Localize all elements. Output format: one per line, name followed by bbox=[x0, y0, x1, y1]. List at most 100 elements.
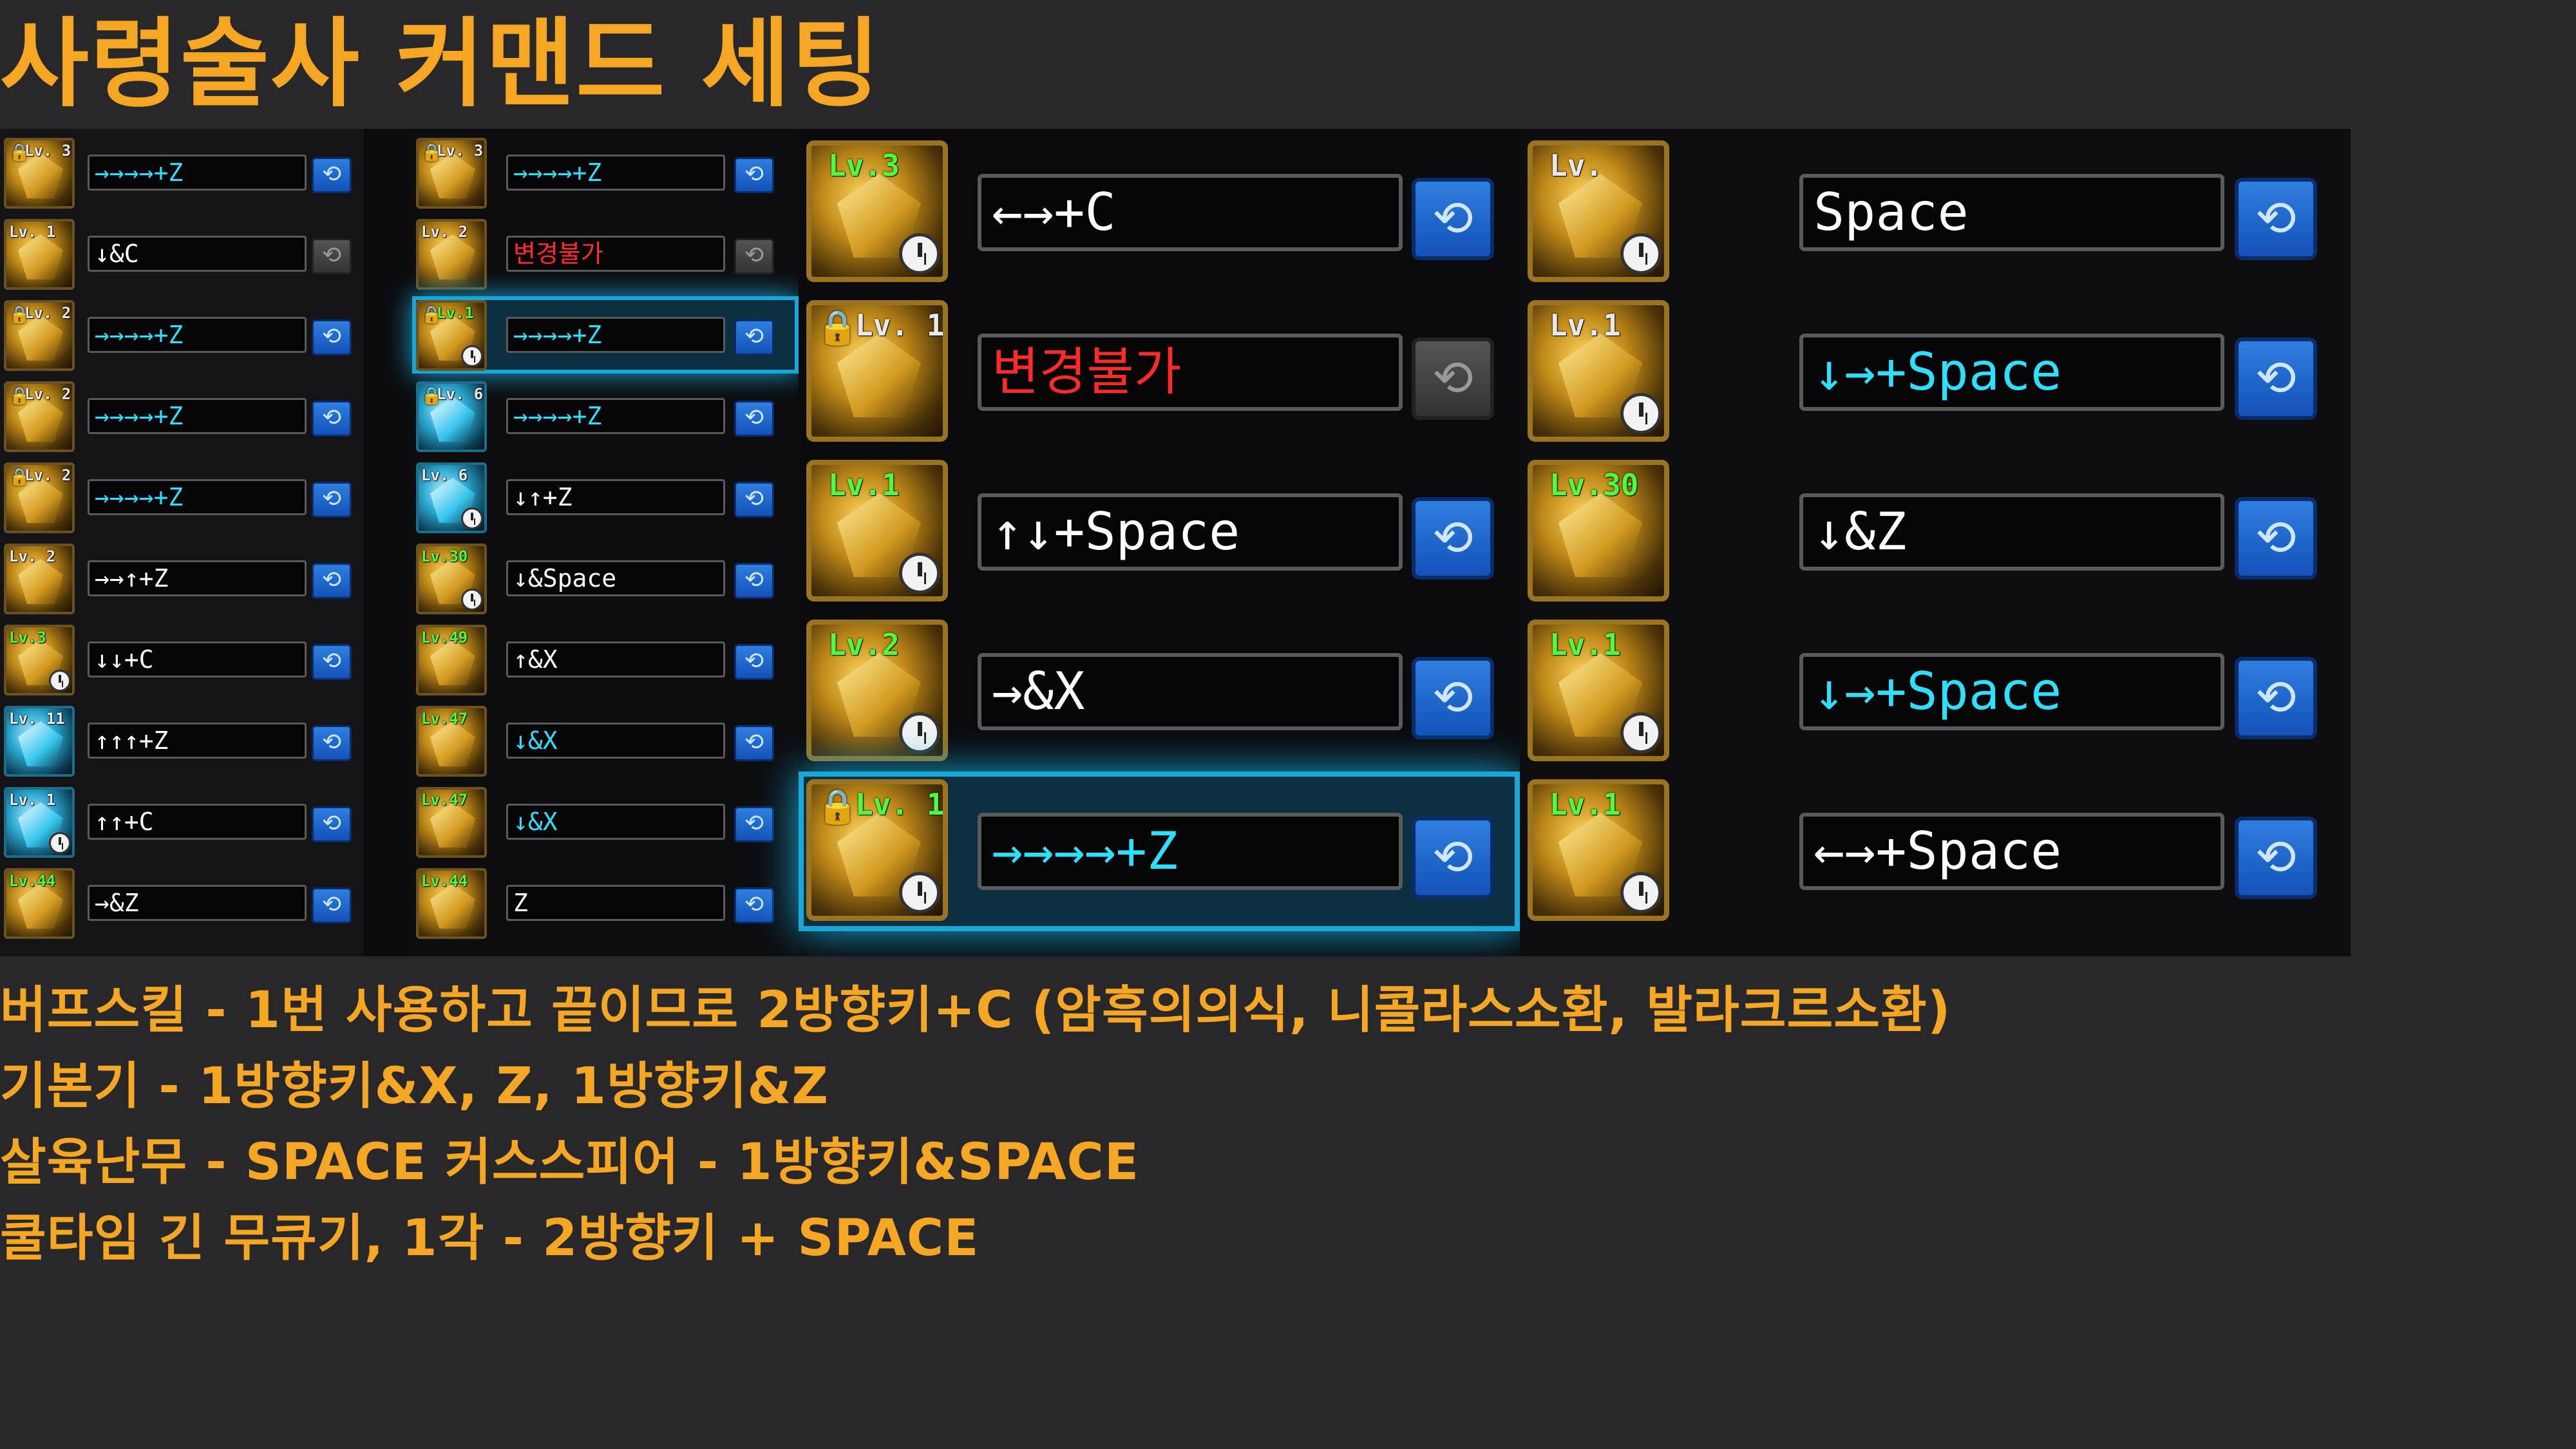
refresh-button[interactable]: ⟲ bbox=[312, 401, 352, 437]
skill-icon[interactable]: Lv. 2 🔒 bbox=[4, 300, 75, 371]
refresh-button[interactable]: ⟲ bbox=[1412, 337, 1494, 420]
refresh-button[interactable]: ⟲ bbox=[312, 563, 352, 599]
skill-icon[interactable]: Lv.44 bbox=[416, 868, 487, 939]
refresh-button[interactable]: ⟲ bbox=[734, 644, 774, 680]
skill-icon[interactable]: Lv. 1 🔒 bbox=[806, 300, 948, 442]
refresh-button[interactable]: ⟲ bbox=[312, 806, 352, 842]
command-field[interactable]: ↑↑+C bbox=[88, 804, 307, 840]
skill-icon[interactable]: Lv. bbox=[1528, 140, 1669, 282]
refresh-button[interactable]: ⟲ bbox=[312, 644, 352, 680]
skill-icon[interactable]: Lv.3 bbox=[4, 625, 75, 696]
cooldown-clock-icon bbox=[899, 712, 940, 753]
skill-icon[interactable]: Lv. 11 bbox=[4, 706, 75, 777]
refresh-icon: ⟲ bbox=[2255, 828, 2297, 886]
skill-icon[interactable]: Lv.1 bbox=[806, 460, 948, 601]
command-field[interactable]: →&Z bbox=[88, 885, 307, 921]
command-field[interactable]: →→→→+Z bbox=[88, 479, 307, 515]
skill-level-label: Lv.1 bbox=[437, 304, 474, 322]
skill-icon[interactable]: Lv.44 bbox=[4, 868, 75, 939]
command-field[interactable]: ↓&X bbox=[506, 723, 725, 759]
skill-icon[interactable]: Lv.30 bbox=[416, 544, 487, 614]
command-field[interactable]: ↓&Space bbox=[506, 560, 725, 596]
refresh-button[interactable]: ⟲ bbox=[734, 238, 774, 274]
refresh-button[interactable]: ⟲ bbox=[312, 157, 352, 193]
command-field[interactable]: Space bbox=[1799, 174, 2224, 251]
command-field[interactable]: ↓&C bbox=[88, 236, 307, 272]
refresh-button[interactable]: ⟲ bbox=[734, 319, 774, 355]
command-field[interactable]: →→→→+Z bbox=[506, 398, 725, 434]
command-field[interactable]: ↓→+Space bbox=[1799, 653, 2224, 730]
command-field[interactable]: ↓&X bbox=[506, 804, 725, 840]
skill-icon[interactable]: Lv.1 🔒 bbox=[416, 300, 487, 371]
skill-icon[interactable]: Lv.3 bbox=[806, 140, 948, 282]
refresh-button[interactable]: ⟲ bbox=[734, 401, 774, 437]
command-field[interactable]: ↑↑↑+Z bbox=[88, 723, 307, 759]
skill-icon[interactable]: Lv.49 bbox=[416, 625, 487, 696]
refresh-button[interactable]: ⟲ bbox=[312, 725, 352, 761]
skill-icon[interactable]: Lv. 2 🔒 bbox=[4, 462, 75, 533]
skill-icon[interactable]: Lv. 6 🔒 bbox=[416, 381, 487, 452]
command-field[interactable]: ←→+C bbox=[978, 174, 1403, 251]
refresh-button[interactable]: ⟲ bbox=[734, 725, 774, 761]
command-settings-panel: Lv. 3 🔒 →→→→+Z ⟲ Lv. 1 ↓&C ⟲ Lv. 2 🔒 →→→→+Z ⟲ Lv. 2… bbox=[0, 129, 2351, 956]
command-field[interactable]: ↑&X bbox=[506, 641, 725, 677]
skill-icon[interactable]: Lv. 1 🔒 bbox=[806, 779, 948, 921]
command-field[interactable]: →→→→+Z bbox=[88, 398, 307, 434]
refresh-button[interactable]: ⟲ bbox=[734, 806, 774, 842]
refresh-button[interactable]: ⟲ bbox=[734, 563, 774, 599]
skill-level-label: Lv.47 bbox=[421, 710, 468, 728]
refresh-button[interactable]: ⟲ bbox=[734, 157, 774, 193]
refresh-button[interactable]: ⟲ bbox=[2235, 817, 2317, 899]
lock-icon: 🔒 bbox=[817, 308, 858, 347]
skill-icon[interactable]: Lv. 1 bbox=[4, 219, 75, 290]
refresh-button[interactable]: ⟲ bbox=[734, 887, 774, 923]
skill-icon[interactable]: Lv.2 bbox=[806, 620, 948, 761]
cooldown-clock-icon bbox=[1620, 872, 1662, 913]
command-field[interactable]: →→→→+Z bbox=[506, 155, 725, 191]
command-field[interactable]: ↑↓+Space bbox=[978, 493, 1403, 571]
refresh-button[interactable]: ⟲ bbox=[1412, 657, 1494, 739]
skill-icon[interactable]: Lv.1 bbox=[1528, 300, 1669, 442]
skill-icon[interactable]: Lv. 2 🔒 bbox=[4, 381, 75, 452]
refresh-button[interactable]: ⟲ bbox=[1412, 817, 1494, 899]
refresh-button[interactable]: ⟲ bbox=[2235, 178, 2317, 260]
refresh-button[interactable]: ⟲ bbox=[734, 482, 774, 518]
command-field[interactable]: →→→→+Z bbox=[506, 317, 725, 353]
refresh-button[interactable]: ⟲ bbox=[2235, 657, 2317, 739]
refresh-button[interactable]: ⟲ bbox=[312, 482, 352, 518]
skill-icon[interactable]: Lv. 2 bbox=[416, 219, 487, 290]
command-field[interactable]: Z bbox=[506, 885, 725, 921]
skill-icon[interactable]: Lv. 3 🔒 bbox=[4, 138, 75, 209]
command-field[interactable]: ↓&Z bbox=[1799, 493, 2224, 571]
command-field[interactable]: →→→→+Z bbox=[88, 155, 307, 191]
command-field[interactable]: ←→+Space bbox=[1799, 813, 2224, 890]
command-field[interactable]: 변경불가 bbox=[506, 236, 725, 272]
refresh-button[interactable]: ⟲ bbox=[1412, 178, 1494, 260]
refresh-button[interactable]: ⟲ bbox=[2235, 497, 2317, 580]
command-field[interactable]: →&X bbox=[978, 653, 1403, 730]
command-field[interactable]: 변경불가 bbox=[978, 334, 1403, 411]
refresh-icon: ⟲ bbox=[744, 810, 764, 837]
skill-icon[interactable]: Lv.47 bbox=[416, 787, 487, 858]
skill-icon[interactable]: Lv.47 bbox=[416, 706, 487, 777]
skill-icon[interactable]: Lv. 6 bbox=[416, 462, 487, 533]
command-field[interactable]: →→→→+Z bbox=[88, 317, 307, 353]
skill-level-label: Lv. 1 bbox=[855, 787, 945, 822]
refresh-button[interactable]: ⟲ bbox=[2235, 337, 2317, 420]
refresh-button[interactable]: ⟲ bbox=[312, 238, 352, 274]
command-field[interactable]: →→↑+Z bbox=[88, 560, 307, 596]
command-field[interactable]: ↓↓+C bbox=[88, 641, 307, 677]
skill-icon[interactable]: Lv. 2 bbox=[4, 544, 75, 614]
command-field[interactable]: ↓↑+Z bbox=[506, 479, 725, 515]
refresh-button[interactable]: ⟲ bbox=[312, 887, 352, 923]
skill-icon[interactable]: Lv.1 bbox=[1528, 779, 1669, 921]
skill-icon[interactable]: Lv.1 bbox=[1528, 620, 1669, 761]
skill-icon[interactable]: Lv.30 bbox=[1528, 460, 1669, 601]
refresh-button[interactable]: ⟲ bbox=[1412, 497, 1494, 580]
skill-icon[interactable]: Lv. 1 bbox=[4, 787, 75, 858]
command-field[interactable]: →→→→+Z bbox=[978, 813, 1403, 890]
command-field[interactable]: ↓→+Space bbox=[1799, 334, 2224, 411]
refresh-button[interactable]: ⟲ bbox=[312, 319, 352, 355]
skill-icon[interactable]: Lv. 3 🔒 bbox=[416, 138, 487, 209]
lock-icon: 🔒 bbox=[817, 788, 858, 826]
